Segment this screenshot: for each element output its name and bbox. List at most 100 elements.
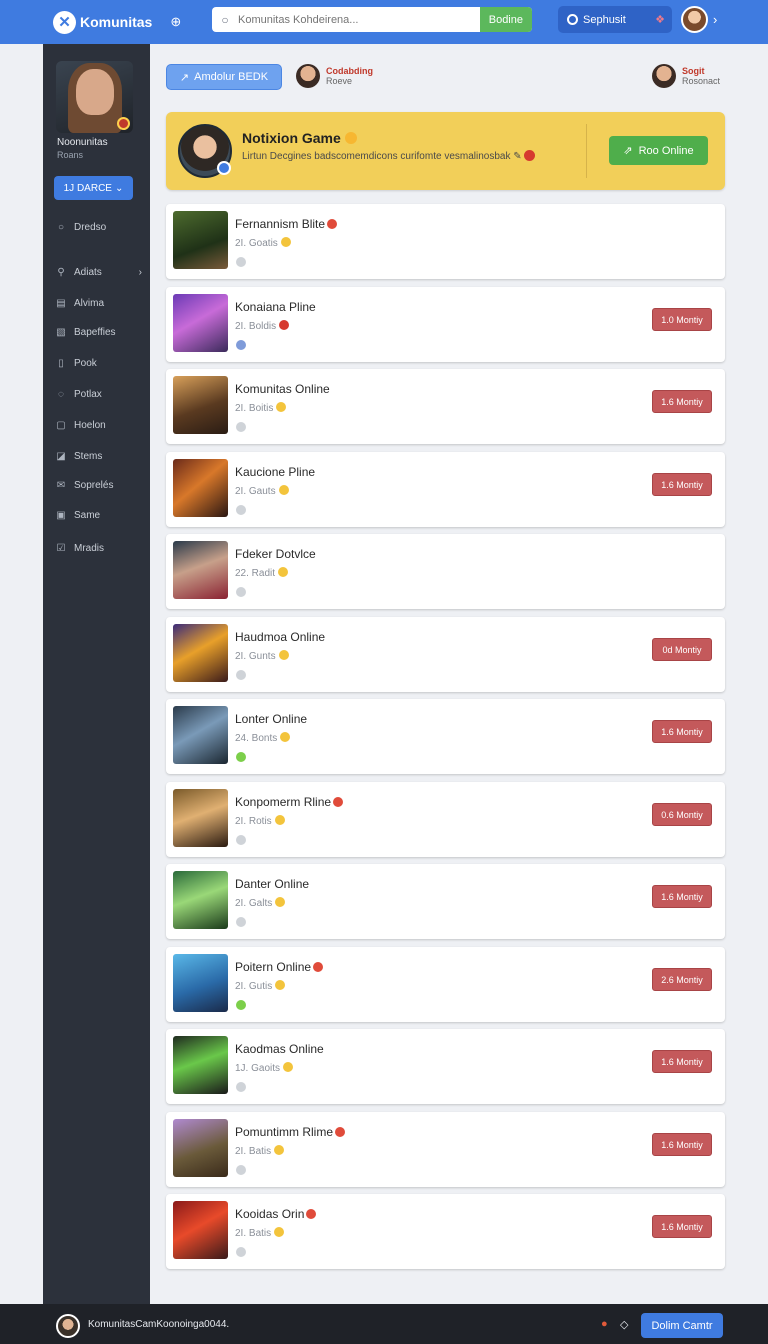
emoji-icon (275, 980, 286, 990)
sidebar-item-4[interactable]: ▯ Pook (54, 354, 144, 372)
user-menu[interactable]: Sephusit ❖ (558, 6, 672, 33)
profile-dropdown-button[interactable]: 1J DARCE ⌄ (54, 176, 133, 200)
game-thumbnail[interactable] (173, 376, 228, 434)
play-button[interactable]: 1.6 Montiy (652, 1050, 712, 1073)
game-title[interactable]: Fernannism Blite (235, 217, 338, 231)
game-row[interactable]: Konaiana Pline 2I. Boldis 1.0 Montiy (166, 287, 725, 362)
play-button[interactable]: 1.6 Montiy (652, 885, 712, 908)
play-button[interactable]: 1.6 Montiy (652, 1215, 712, 1238)
status-dot-icon (236, 587, 246, 597)
status-dot-icon (236, 835, 246, 845)
avatar (296, 64, 320, 88)
sidebar-item-3[interactable]: ▧ Bapeffies (54, 323, 144, 341)
footer-button[interactable]: Dolim Camtr (641, 1313, 723, 1338)
game-title[interactable]: Kaucione Pline (235, 465, 315, 479)
game-title[interactable]: Lonter Online (235, 712, 307, 726)
sidebar-item-label: Pook (74, 357, 97, 369)
game-title[interactable]: Fdeker Dotvlce (235, 547, 316, 561)
header-user-left[interactable]: Codabding Roeve (296, 64, 373, 88)
game-title[interactable]: Kaodmas Online (235, 1042, 324, 1056)
search-icon: ⚲ (57, 266, 65, 278)
hot-icon (327, 219, 338, 229)
sidebar-item-5[interactable]: ◌ Potlax (54, 385, 144, 403)
sidebar-item-0[interactable]: ○ Dredso (54, 218, 144, 236)
game-thumbnail[interactable] (173, 624, 228, 682)
sidebar-item-1[interactable]: ⚲ Adiats › (54, 263, 144, 281)
sidebar-item-label: Alvima (74, 297, 105, 309)
game-row[interactable]: Kooidas Orin 2I. Batis 1.6 Montiy (166, 1194, 725, 1269)
game-subtitle: 2I. Gutis (235, 980, 286, 992)
footer-text: KomunitasCamKoonoinga0044. (88, 1319, 230, 1330)
game-row[interactable]: Poitern Online 2I. Gutis 2.6 Montiy (166, 947, 725, 1022)
game-row[interactable]: Komunitas Online 2I. Boitis 1.6 Montiy (166, 369, 725, 444)
play-button[interactable]: 0.6 Montiy (652, 803, 712, 826)
play-button[interactable]: 1.6 Montiy (652, 1133, 712, 1156)
profile-avatar[interactable] (56, 61, 133, 133)
game-thumbnail[interactable] (173, 294, 228, 352)
game-thumbnail[interactable] (173, 789, 228, 847)
game-row[interactable]: Danter Online 2I. Galts 1.6 Montiy (166, 864, 725, 939)
sidebar-item-label: Bapeffies (74, 326, 116, 338)
header-user-name: Sogit (682, 66, 705, 76)
game-title[interactable]: Haudmoa Online (235, 630, 325, 644)
game-thumbnail[interactable] (173, 1201, 228, 1259)
sidebar-item-6[interactable]: ▢ Hoelon (54, 416, 144, 434)
sidebar-item-8[interactable]: ✉ Soprelés (54, 476, 144, 494)
chevron-right-icon[interactable]: › (713, 12, 717, 27)
game-title[interactable]: Konpomerm Rline (235, 795, 344, 809)
game-thumbnail[interactable] (173, 871, 228, 929)
search-button[interactable]: Bodine (479, 7, 532, 32)
game-row[interactable]: Fernannism Blite 2I. Goatis (166, 204, 725, 279)
play-button[interactable]: 1.6 Montiy (652, 390, 712, 413)
gift-icon[interactable]: ❖ (655, 13, 665, 26)
play-button[interactable]: 1.6 Montiy (652, 720, 712, 743)
game-title[interactable]: Kooidas Orin (235, 1207, 317, 1221)
game-thumbnail[interactable] (173, 541, 228, 599)
game-thumbnail[interactable] (173, 954, 228, 1012)
search-icon: ○ (221, 12, 229, 27)
game-row[interactable]: Konpomerm Rline 2I. Rotis 0.6 Montiy (166, 782, 725, 857)
sidebar-item-9[interactable]: ▣ Same (54, 506, 144, 524)
game-row[interactable]: Pomuntimm Rlime 2I. Batis 1.6 Montiy (166, 1112, 725, 1187)
search-input[interactable] (238, 13, 480, 26)
avatar[interactable] (681, 6, 708, 33)
game-row[interactable]: Lonter Online 24. Bonts 1.6 Montiy (166, 699, 725, 774)
play-button[interactable]: 0d Montiy (652, 638, 712, 661)
header-user-right[interactable]: Sogit Rosonact (652, 64, 720, 88)
game-row[interactable]: Fdeker Dotvlce 22. Radit (166, 534, 725, 609)
sidebar-item-10[interactable]: ☑ Mradis (54, 539, 144, 557)
emoji-icon (274, 815, 285, 825)
shield-icon[interactable]: ◇ (620, 1318, 628, 1331)
game-title[interactable]: Poitern Online (235, 960, 324, 974)
game-thumbnail[interactable] (173, 459, 228, 517)
game-thumbnail[interactable] (173, 211, 228, 269)
game-title[interactable]: Konaiana Pline (235, 300, 316, 314)
featured-avatar[interactable] (178, 124, 232, 178)
action-button[interactable]: ↗ Amdolur BEDK (166, 64, 282, 90)
sidebar-item-2[interactable]: ▤ Alvima (54, 294, 144, 312)
fire-icon[interactable]: ● (601, 1318, 608, 1330)
game-title[interactable]: Danter Online (235, 877, 309, 891)
game-thumbnail[interactable] (173, 1119, 228, 1177)
game-thumbnail[interactable] (173, 1036, 228, 1094)
game-title[interactable]: Pomuntimm Rlime (235, 1125, 346, 1139)
game-title[interactable]: Komunitas Online (235, 382, 330, 396)
game-thumbnail[interactable] (173, 706, 228, 764)
avatar[interactable] (56, 1314, 80, 1338)
play-button[interactable]: 1.6 Montiy (652, 473, 712, 496)
game-subtitle: 2I. Rotis (235, 815, 285, 827)
sidebar-item-7[interactable]: ◪ Stems (54, 447, 144, 465)
game-row[interactable]: Kaucione Pline 2I. Gauts 1.6 Montiy (166, 452, 725, 527)
game-row[interactable]: Haudmoa Online 2I. Gunts 0d Montiy (166, 617, 725, 692)
online-button[interactable]: ⇗ Roo Online (609, 136, 708, 165)
app-logo[interactable]: ✕ Komunitas (53, 10, 152, 34)
action-button-label: Amdolur BEDK (194, 71, 269, 83)
status-dot-icon (236, 670, 246, 680)
game-subtitle: 2I. Boldis (235, 320, 290, 332)
game-subtitle: 2I. Galts (235, 897, 286, 909)
badge-icon (117, 117, 130, 130)
game-row[interactable]: Kaodmas Online 1J. Gaoits 1.6 Montiy (166, 1029, 725, 1104)
play-button[interactable]: 2.6 Montiy (652, 968, 712, 991)
notification-icon[interactable]: ⊕ (170, 14, 181, 30)
play-button[interactable]: 1.0 Montiy (652, 308, 712, 331)
